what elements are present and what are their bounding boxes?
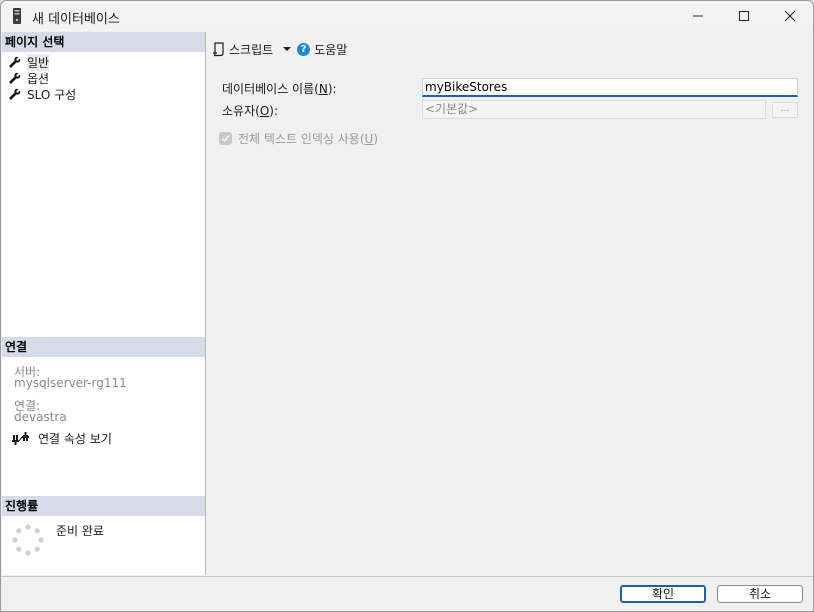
select-page-header: 페이지 선택 — [2, 32, 205, 52]
progress-status: 준비 완료 — [56, 524, 104, 538]
checkmark-icon — [221, 135, 230, 143]
browse-owner-button: ... — [772, 102, 798, 118]
database-name-input[interactable] — [422, 78, 798, 97]
new-database-dialog: 새 데이터베이스 페이지 선택 일반 옵션 SLO 구성 연결 서버: mysq… — [0, 0, 814, 612]
title-bar: 새 데이터베이스 — [1, 1, 813, 31]
window-title: 새 데이터베이스 — [32, 12, 120, 27]
chevron-down-icon[interactable] — [283, 45, 292, 53]
page-item-label: 일반 — [27, 53, 50, 71]
maximize-icon — [739, 11, 749, 21]
connection-value: devastra — [14, 410, 67, 424]
dialog-button-bar: 확인 취소 — [1, 576, 813, 611]
help-button[interactable]: ? 도움말 — [297, 41, 347, 58]
view-connection-properties-label: 연결 속성 보기 — [38, 432, 112, 446]
ok-button[interactable]: 확인 — [620, 585, 706, 603]
script-label: 스크립트 — [229, 42, 274, 57]
close-button[interactable] — [767, 1, 813, 31]
main-pane: 스크립트 ? 도움말 데이터베이스 이름(N): 소유자(O): <기본값> .… — [206, 32, 813, 575]
script-button[interactable]: 스크립트 — [212, 41, 273, 58]
page-item-label: 옵션 — [27, 71, 50, 86]
full-text-indexing-option: 전체 텍스트 인덱싱 사용(U) — [219, 130, 378, 147]
script-icon — [213, 41, 224, 56]
help-label: 도움말 — [314, 42, 348, 57]
progress-header: 진행률 — [2, 496, 205, 516]
page-item-slo[interactable]: SLO 구성 — [8, 86, 76, 102]
connection-header: 연결 — [2, 337, 205, 357]
database-name-label: 데이터베이스 이름(N): — [222, 82, 337, 96]
left-pane: 페이지 선택 일반 옵션 SLO 구성 연결 서버: mysqlserver-r… — [2, 32, 206, 575]
view-connection-properties-link[interactable]: 연결 속성 보기 — [12, 430, 112, 447]
toolbar: 스크립트 ? 도움말 — [212, 40, 347, 58]
owner-label: 소유자(O): — [222, 104, 278, 118]
server-value: mysqlserver-rg111 — [14, 376, 127, 390]
minimize-icon — [693, 15, 703, 17]
owner-field: <기본값> — [422, 100, 766, 119]
close-icon — [784, 10, 796, 22]
maximize-button[interactable] — [721, 1, 767, 31]
help-icon: ? — [297, 42, 311, 56]
progress-spinner-icon — [12, 524, 44, 556]
connection-properties-icon — [12, 431, 29, 445]
page-item-options[interactable]: 옵션 — [8, 70, 49, 86]
wrench-icon — [9, 88, 21, 100]
page-item-label: SLO 구성 — [27, 87, 77, 102]
wrench-icon — [9, 72, 21, 84]
full-text-indexing-checkbox — [219, 132, 232, 145]
cancel-button[interactable]: 취소 — [717, 585, 803, 603]
wrench-icon — [9, 56, 21, 68]
database-server-icon — [13, 8, 21, 24]
full-text-indexing-label: 전체 텍스트 인덱싱 사용(U) — [238, 132, 379, 146]
page-item-general[interactable]: 일반 — [8, 53, 50, 71]
minimize-button[interactable] — [675, 1, 721, 31]
